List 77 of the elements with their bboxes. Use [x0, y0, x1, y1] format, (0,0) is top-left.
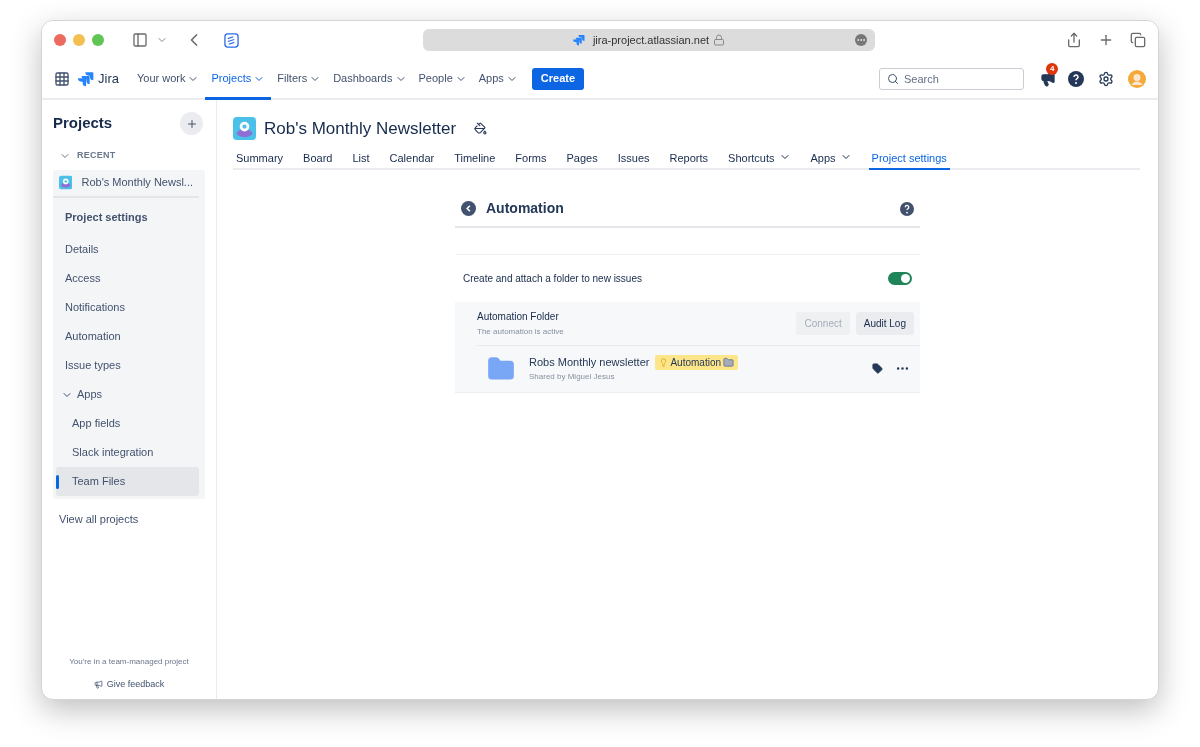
sidebar-title: Projects: [53, 113, 113, 134]
help-icon[interactable]: [900, 201, 914, 216]
project-tab[interactable]: Forms: [512, 149, 550, 170]
sidebar-item[interactable]: Issue types: [53, 351, 205, 380]
megaphone-icon: [93, 679, 103, 689]
close-window-button[interactable]: [54, 34, 66, 46]
product-name[interactable]: Jira: [98, 68, 119, 89]
setting-label: Create and attach a folder to new issues: [463, 271, 642, 286]
footer-note: You're in a team-managed project: [69, 655, 189, 668]
view-all-projects-link[interactable]: View all projects: [59, 511, 205, 528]
nav-menu-item[interactable]: Filters: [271, 60, 328, 100]
project-tab[interactable]: Shortcuts: [725, 149, 794, 170]
project-tab[interactable]: Reports: [666, 149, 712, 170]
folder-title: Automation Folder: [477, 309, 560, 324]
toggle-switch[interactable]: [888, 271, 912, 285]
project-link[interactable]: Rob's Monthly Newsl...: [81, 174, 193, 191]
lock-icon: [713, 34, 726, 46]
nav-menu-item[interactable]: People: [412, 60, 473, 100]
lightbulb-icon: [659, 357, 669, 367]
app-switcher-icon[interactable]: [54, 70, 70, 87]
project-tab[interactable]: Summary: [233, 149, 287, 170]
notification-count: 4: [1046, 62, 1059, 75]
sidebar-item[interactable]: Access: [53, 264, 205, 293]
paint-bucket-icon[interactable]: [474, 122, 488, 136]
sidebar-item[interactable]: Team Files: [56, 467, 199, 496]
url-text: jira-project.atlassian.net: [592, 32, 710, 48]
create-button[interactable]: Create: [531, 67, 585, 90]
new-tab-icon[interactable]: [1098, 32, 1114, 48]
folder-status: The automation is active: [477, 325, 564, 338]
folder-icon: [487, 354, 515, 383]
folder-icon: [723, 356, 735, 368]
sidebar-item[interactable]: Slack integration: [56, 438, 199, 467]
share-icon[interactable]: [1066, 32, 1082, 48]
project-tab[interactable]: Apps: [807, 149, 855, 170]
nav-menu-item[interactable]: Dashboards: [327, 60, 413, 100]
shared-by-text: Shared by Miguel Jesus: [529, 371, 616, 384]
project-tab[interactable]: Project settings: [868, 149, 950, 170]
project-tab[interactable]: Issues: [614, 149, 653, 170]
tag-icon[interactable]: [872, 363, 883, 374]
automation-tag: Automation: [655, 354, 739, 370]
section-title: Project settings: [64, 209, 149, 225]
project-tab[interactable]: Timeline: [451, 149, 499, 170]
settings-icon[interactable]: [1098, 70, 1114, 87]
search-field[interactable]: Search: [879, 67, 1024, 90]
nav-menu-item[interactable]: Apps: [472, 60, 524, 100]
plus-icon: [185, 117, 198, 130]
back-icon[interactable]: [461, 201, 476, 216]
selection-indicator: [56, 474, 59, 489]
project-avatar-icon: [59, 174, 73, 191]
add-project-button[interactable]: [180, 112, 203, 135]
sidebar-item[interactable]: App fields: [56, 409, 199, 438]
sidebar-item[interactable]: Automation: [53, 322, 205, 351]
project-avatar-icon: [233, 117, 256, 141]
project-tab[interactable]: Calendar: [386, 149, 438, 170]
address-bar[interactable]: jira-project.atlassian.net: [423, 29, 875, 51]
search-icon: [887, 72, 899, 85]
sidebar-toggle-icon[interactable]: [132, 32, 148, 48]
section-label: RECENT: [77, 149, 116, 162]
more-icon[interactable]: [855, 34, 867, 46]
extension-icon[interactable]: [224, 32, 239, 48]
jira-logo-icon: [78, 70, 94, 87]
help-icon[interactable]: [1068, 70, 1084, 87]
panel-title: Automation: [486, 199, 564, 218]
nav-menu-item[interactable]: Your work: [130, 60, 206, 100]
nav-menu-item[interactable]: Projects: [205, 60, 272, 100]
sidebar-item[interactable]: Notifications: [53, 293, 205, 322]
project-title: Rob's Monthly Newsletter: [264, 118, 457, 140]
project-tab[interactable]: Pages: [563, 149, 601, 170]
feedback-link[interactable]: Give feedback: [93, 677, 165, 691]
sidebar-item[interactable]: Apps: [53, 380, 205, 409]
panel-button[interactable]: Audit Log: [855, 311, 914, 335]
project-tab[interactable]: List: [349, 149, 373, 170]
sidebar-item[interactable]: Details: [53, 235, 205, 264]
file-name[interactable]: Robs Monthly newsletter: [529, 353, 650, 371]
project-tab[interactable]: Board: [300, 149, 336, 170]
jira-logo-icon: [572, 34, 585, 46]
tabs-overview-icon[interactable]: [1130, 32, 1146, 48]
